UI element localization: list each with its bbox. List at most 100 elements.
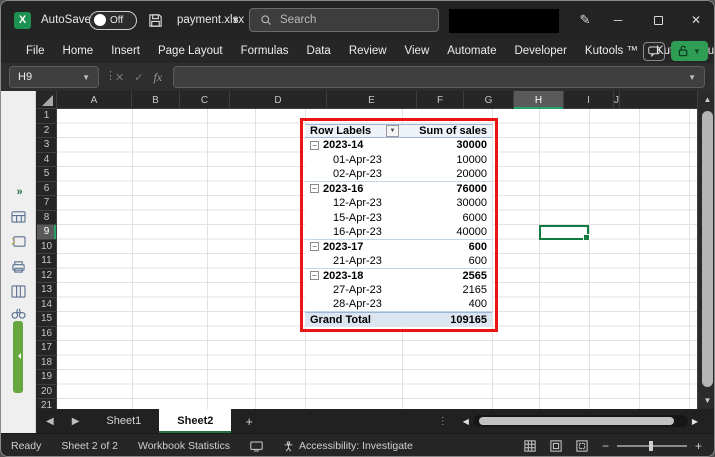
workbook-statistics-button[interactable]: Workbook Statistics bbox=[128, 440, 240, 452]
row-header[interactable]: 13 bbox=[37, 283, 57, 298]
accessibility-button[interactable]: Accessibility: Investigate bbox=[273, 440, 413, 452]
scroll-up-icon[interactable]: ▲ bbox=[698, 95, 714, 104]
row-header[interactable]: 9 bbox=[37, 225, 57, 240]
normal-view-icon[interactable] bbox=[524, 440, 536, 452]
formula-bar-expand-icon[interactable]: ▼ bbox=[688, 73, 696, 82]
ribbon-tab[interactable]: Formulas bbox=[232, 39, 298, 63]
column-header[interactable]: H bbox=[514, 91, 564, 109]
row-header[interactable]: 16 bbox=[37, 326, 57, 341]
name-box[interactable]: H9 ▼ bbox=[9, 66, 99, 88]
expand-pane-icon[interactable]: » bbox=[1, 186, 36, 198]
autosave-state: Off bbox=[110, 14, 124, 26]
sheet-tabs: Sheet1 Sheet2 bbox=[88, 409, 232, 433]
pane-drag-handle[interactable] bbox=[13, 321, 23, 393]
row-header[interactable]: 2 bbox=[37, 123, 57, 138]
row-header[interactable]: 7 bbox=[37, 196, 57, 211]
binoculars-icon[interactable] bbox=[1, 307, 36, 319]
search-input[interactable]: Search bbox=[249, 8, 439, 32]
column-header[interactable]: J bbox=[614, 91, 620, 109]
scroll-left-icon[interactable]: ◀ bbox=[459, 417, 473, 426]
zoom-out-icon[interactable]: − bbox=[602, 439, 609, 453]
selected-cell-H9[interactable] bbox=[539, 225, 590, 241]
row-header[interactable]: 18 bbox=[37, 355, 57, 370]
display-settings-icon[interactable] bbox=[240, 441, 273, 452]
close-button[interactable]: ✕ bbox=[679, 1, 713, 39]
maximize-button[interactable] bbox=[641, 1, 675, 39]
ribbon-tab[interactable]: Insert bbox=[102, 39, 149, 63]
column-header[interactable]: G bbox=[464, 91, 514, 109]
ribbon-tab[interactable]: Developer bbox=[505, 39, 575, 63]
column-header[interactable]: E bbox=[327, 91, 417, 109]
insert-function-icon[interactable]: fx bbox=[153, 70, 162, 85]
ink-pen-icon[interactable]: ✎ bbox=[573, 1, 597, 39]
select-all-button[interactable] bbox=[37, 91, 57, 109]
scroll-right-icon[interactable]: ▶ bbox=[688, 417, 702, 426]
row-header[interactable]: 4 bbox=[37, 152, 57, 167]
zoom-in-icon[interactable]: + bbox=[695, 439, 702, 453]
name-box-chevron-icon[interactable]: ▼ bbox=[82, 73, 90, 82]
next-sheet-icon[interactable]: ▶ bbox=[63, 416, 89, 427]
zoom-slider-thumb[interactable] bbox=[648, 441, 653, 451]
autosave-toggle[interactable]: Off bbox=[89, 1, 137, 39]
zoom-slider[interactable]: − + bbox=[602, 439, 702, 453]
workbook-grid-icon[interactable] bbox=[1, 210, 36, 223]
column-headers: ABCDEFGHIJ bbox=[57, 91, 697, 109]
horizontal-scrollbar[interactable]: ◀ ▶ bbox=[459, 415, 702, 427]
sheet-tab[interactable]: Sheet2 bbox=[159, 409, 232, 433]
ribbon-tab[interactable]: Review bbox=[340, 39, 396, 63]
row-header[interactable]: 11 bbox=[37, 254, 57, 269]
column-header[interactable]: D bbox=[230, 91, 327, 109]
filename-chevron-icon[interactable]: ▼ bbox=[231, 1, 240, 39]
row-header[interactable]: 8 bbox=[37, 210, 57, 225]
ribbon-tab[interactable]: Page Layout bbox=[149, 39, 232, 63]
row-header[interactable]: 1 bbox=[37, 109, 57, 124]
row-header[interactable]: 3 bbox=[37, 138, 57, 153]
column-header[interactable]: F bbox=[417, 91, 464, 109]
ribbon-tab[interactable]: Automate bbox=[438, 39, 505, 63]
status-bar: Ready Sheet 2 of 2 Workbook Statistics A… bbox=[1, 433, 714, 456]
scrollbar-grip-icon[interactable]: ⋮ bbox=[438, 416, 449, 427]
ribbon-tab[interactable]: Kutools ™ bbox=[576, 39, 647, 63]
comments-button[interactable] bbox=[643, 41, 665, 61]
save-icon[interactable] bbox=[148, 1, 163, 39]
ribbon-tab[interactable]: File bbox=[17, 39, 54, 63]
horizontal-scroll-thumb[interactable] bbox=[478, 417, 674, 425]
scroll-down-icon[interactable]: ▼ bbox=[698, 396, 714, 405]
ribbon-tab[interactable]: Data bbox=[298, 39, 340, 63]
page-break-preview-icon[interactable] bbox=[576, 440, 588, 452]
ribbon-tab[interactable]: Home bbox=[54, 39, 103, 63]
row-header[interactable]: 14 bbox=[37, 297, 57, 312]
row-header[interactable]: 20 bbox=[37, 384, 57, 399]
page-layout-view-icon[interactable] bbox=[550, 440, 562, 452]
columns-view-icon[interactable] bbox=[1, 285, 36, 298]
confirm-entry-icon[interactable]: ✓ bbox=[134, 71, 143, 84]
row-header[interactable]: 6 bbox=[37, 181, 57, 196]
printer-icon[interactable] bbox=[1, 260, 36, 273]
row-header[interactable]: 5 bbox=[37, 167, 57, 182]
row-header[interactable]: 10 bbox=[37, 239, 57, 254]
cell-grid[interactable]: − Row Labels ▼ Sum of sales − 2023- bbox=[57, 109, 697, 409]
row-header[interactable]: 15 bbox=[37, 312, 57, 327]
pane-flash-icon[interactable] bbox=[1, 235, 36, 248]
column-header[interactable]: I bbox=[564, 91, 614, 109]
sheet-tab[interactable]: Sheet1 bbox=[88, 409, 159, 433]
row-header[interactable]: 17 bbox=[37, 341, 57, 356]
row-header[interactable]: 19 bbox=[37, 370, 57, 385]
minimize-button[interactable]: ─ bbox=[601, 1, 635, 39]
row-header[interactable]: 12 bbox=[37, 268, 57, 283]
vertical-scroll-thumb[interactable] bbox=[702, 111, 713, 387]
status-sheet-count[interactable]: Sheet 2 of 2 bbox=[51, 440, 128, 452]
column-header[interactable]: C bbox=[180, 91, 230, 109]
formula-input[interactable]: ▼ bbox=[173, 66, 705, 88]
column-header[interactable]: A bbox=[57, 91, 132, 109]
status-ready: Ready bbox=[11, 440, 42, 452]
new-sheet-button[interactable]: + bbox=[231, 414, 267, 429]
column-header[interactable]: B bbox=[132, 91, 180, 109]
row-header[interactable]: 21 bbox=[37, 399, 57, 409]
vertical-scrollbar[interactable]: ▲ ▼ bbox=[697, 91, 714, 409]
prev-sheet-icon[interactable]: ◀ bbox=[37, 416, 63, 427]
cancel-entry-icon[interactable]: ✕ bbox=[115, 71, 124, 84]
ribbon-tab[interactable]: View bbox=[396, 39, 439, 63]
excel-logo-glyph: X bbox=[14, 11, 31, 29]
share-button[interactable]: ▼ bbox=[671, 41, 708, 61]
